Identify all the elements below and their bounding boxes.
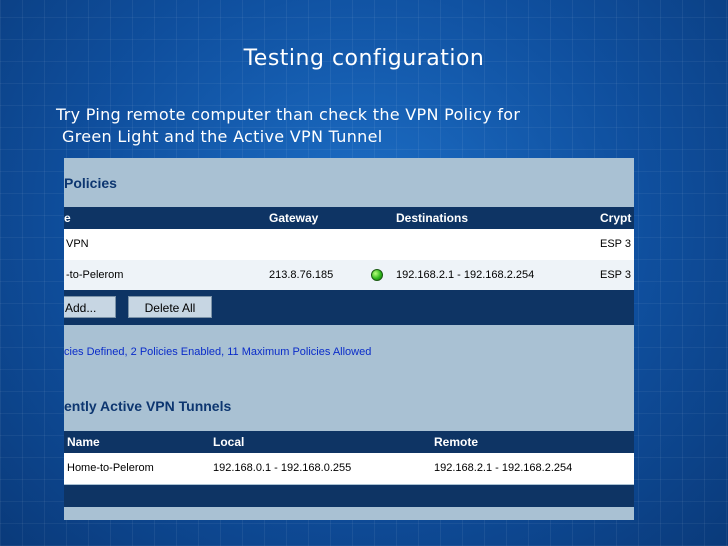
col-local-header: Local [213,435,245,449]
vpn-screenshot: Policies e Gateway Destinations Crypt VP… [64,158,634,520]
col-name-header: e [64,211,71,225]
table-row[interactable]: VPN ESP 3 [64,229,634,260]
policy-destinations: 192.168.2.1 - 192.168.2.254 [396,269,535,281]
col-crypto-header: Crypt [600,211,632,225]
policy-button-bar: Add... Delete All [64,290,634,325]
slide-description: Try Ping remote computer than check the … [56,104,616,148]
col-remote-header: Remote [434,435,479,449]
green-status-icon [371,269,383,281]
tunnel-name: Home-to-Pelerom [67,462,154,474]
table-row[interactable]: -to-Pelerom 213.8.76.185 192.168.2.1 - 1… [64,260,634,291]
tunnels-table-footer [64,485,634,507]
tunnels-table-header: Name Local Remote [64,431,634,453]
table-row[interactable]: Home-to-Pelerom 192.168.0.1 - 192.168.0.… [64,453,634,484]
policies-summary: cies Defined, 2 Policies Enabled, 11 Max… [64,346,372,358]
policy-gateway: 213.8.76.185 [269,269,334,281]
col-destinations-header: Destinations [396,211,469,225]
col-tunnel-name-header: Name [67,435,100,449]
slide-title: Testing configuration [243,46,485,71]
slide-description-line2: Green Light and the Active VPN Tunnel [62,127,383,146]
policy-name: -to-Pelerom [66,269,124,281]
vpn-policies-title: Policies [64,175,117,191]
add-policy-button[interactable]: Add... [64,296,116,318]
delete-all-button[interactable]: Delete All [128,296,212,318]
tunnel-local: 192.168.0.1 - 192.168.0.255 [213,462,352,474]
policy-name: VPN [66,238,89,250]
policy-crypto: ESP 3 [600,269,631,281]
active-tunnels-title: ently Active VPN Tunnels [64,398,232,414]
policy-crypto: ESP 3 [600,238,631,250]
tunnel-remote: 192.168.2.1 - 192.168.2.254 [434,462,573,474]
col-gateway-header: Gateway [269,211,319,225]
policies-table-header: e Gateway Destinations Crypt [64,207,634,229]
slide-description-line1: Try Ping remote computer than check the … [56,105,521,124]
